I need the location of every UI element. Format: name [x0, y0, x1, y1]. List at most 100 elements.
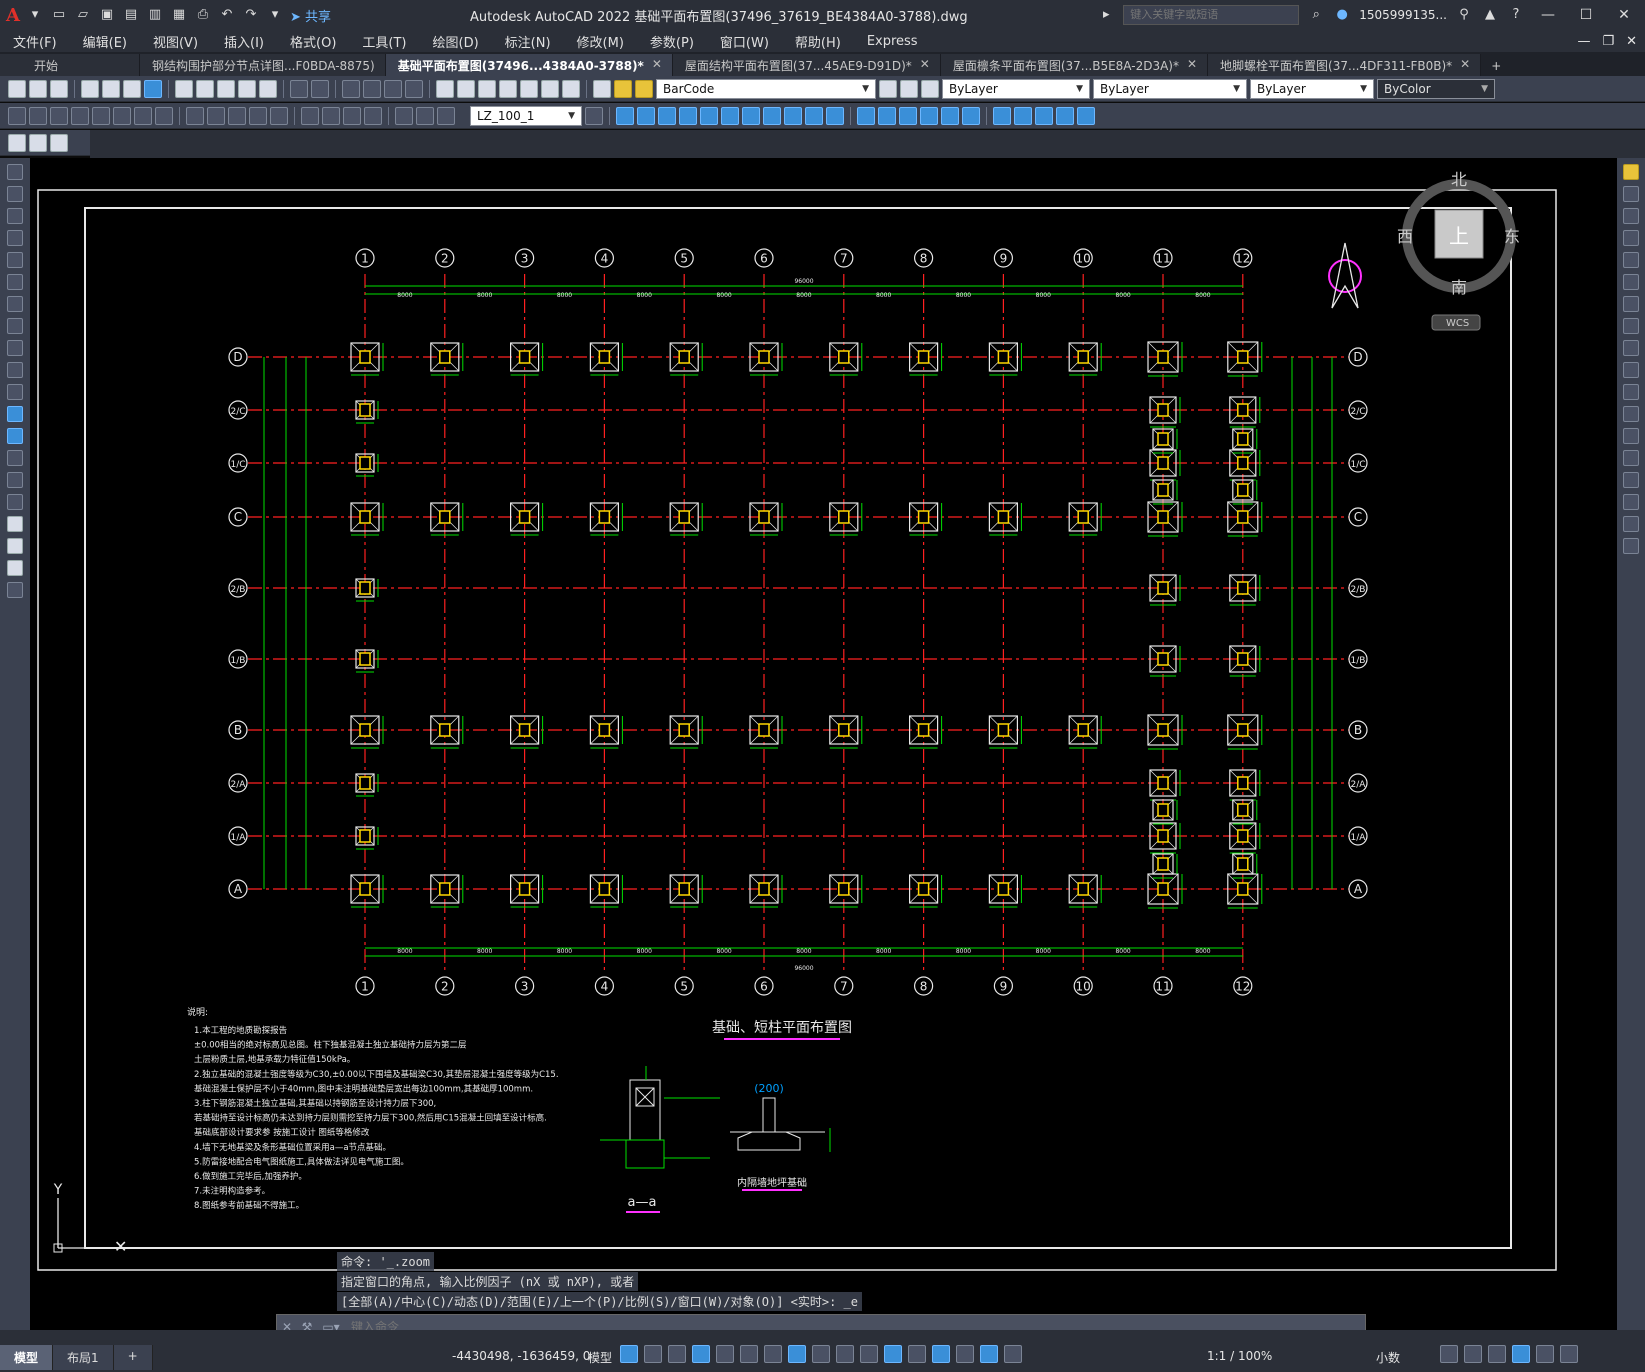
copy-object-icon[interactable] — [1623, 186, 1639, 202]
user-icon[interactable]: ● — [1333, 7, 1351, 23]
file-tab[interactable]: 屋面檩条平面布置图(37...B5E8A-2D3A)* ✕ — [940, 54, 1209, 76]
color-dropdown[interactable]: ByLayer ▼ — [942, 78, 1090, 99]
open-icon[interactable] — [29, 79, 47, 98]
new-file-icon[interactable]: ▭ — [50, 7, 68, 23]
modify-offset-icon[interactable] — [679, 106, 697, 125]
hardware-acceleration-icon[interactable] — [1512, 1345, 1530, 1363]
circle-icon[interactable] — [7, 296, 23, 312]
menu-item[interactable]: 窗口(W) — [707, 32, 782, 51]
expand-search-icon[interactable]: ▸ — [1097, 7, 1115, 23]
move-icon[interactable] — [1623, 274, 1639, 290]
field-icon[interactable] — [29, 133, 47, 152]
tool-palettes-icon[interactable] — [478, 79, 496, 98]
array-icon[interactable] — [1623, 252, 1639, 268]
doc-close-button[interactable]: ✕ — [1626, 34, 1637, 49]
menu-item[interactable]: 工具(T) — [349, 32, 419, 51]
baseline-dim-icon[interactable] — [207, 106, 225, 125]
auto-scale-icon[interactable] — [1004, 1345, 1022, 1363]
modify-rotate-icon[interactable] — [742, 106, 760, 125]
search-icon[interactable]: ⌕ — [1307, 7, 1325, 23]
plotstyle-dropdown[interactable]: ByColor ▼ — [1377, 78, 1495, 99]
object-snap-tracking-icon[interactable] — [764, 1345, 782, 1363]
doc-minimize-button[interactable]: — — [1577, 34, 1590, 49]
menu-item[interactable]: 插入(I) — [211, 32, 277, 51]
tab-close-icon[interactable]: ✕ — [652, 57, 662, 76]
design-center-icon[interactable] — [457, 79, 475, 98]
layout-tab[interactable]: 模型 — [0, 1345, 54, 1370]
layer-freeze-icon[interactable] — [635, 79, 653, 98]
new-tab-button[interactable]: + — [1481, 56, 1511, 76]
fillet-icon[interactable] — [1623, 494, 1639, 510]
table-draw-icon[interactable] — [7, 538, 23, 554]
file-tab[interactable]: 钢结构围护部分节点详图...F0BDA-8875) — [140, 54, 386, 76]
center-mark-icon[interactable] — [322, 106, 340, 125]
tolerance-icon[interactable] — [301, 106, 319, 125]
dim-edit-icon[interactable] — [395, 106, 413, 125]
ellipse-arc-icon[interactable] — [7, 384, 23, 400]
add-selected-icon[interactable] — [7, 582, 23, 598]
drawing-svg[interactable]: 96000 96000 8000 8000 8000 8000 8000 8000 8000 80… — [30, 158, 1617, 1330]
modify-fillet-icon[interactable] — [920, 106, 938, 125]
maximize-button[interactable]: ☐ — [1571, 7, 1601, 23]
doc-restore-button[interactable]: ❐ — [1602, 34, 1614, 49]
tab-close-icon[interactable]: ✕ — [1460, 57, 1470, 76]
point-icon[interactable] — [7, 450, 23, 466]
layer-dropdown[interactable]: BarCode ▼ — [656, 78, 876, 99]
break-point-icon[interactable] — [1623, 406, 1639, 422]
gizmo-icon[interactable] — [956, 1345, 974, 1363]
dim-break-icon[interactable] — [270, 106, 288, 125]
dimstyle-dropdown[interactable]: LZ_100_1 ▼ — [470, 105, 582, 126]
help-icon[interactable]: ? — [1507, 7, 1525, 23]
qat-dropdown-icon[interactable]: ▾ — [266, 7, 284, 23]
dynamic-ucs-icon[interactable] — [908, 1345, 926, 1363]
save-icon[interactable]: ▣ — [98, 7, 116, 23]
mirror-icon[interactable] — [1623, 208, 1639, 224]
save-as-icon[interactable]: ▤ — [122, 7, 140, 23]
modify-stretch-icon[interactable] — [784, 106, 802, 125]
lineweight-icon[interactable] — [812, 1345, 830, 1363]
properties-icon[interactable] — [436, 79, 454, 98]
angular-dim-icon[interactable] — [155, 106, 173, 125]
diameter-dim-icon[interactable] — [134, 106, 152, 125]
share-file-icon[interactable]: ▦ — [170, 7, 188, 23]
clean-screen-icon[interactable] — [1536, 1345, 1554, 1363]
hatch-icon[interactable] — [7, 472, 23, 488]
undo-icon[interactable]: ↶ — [218, 7, 236, 23]
search-input[interactable] — [1123, 5, 1300, 25]
modify-break-icon[interactable] — [857, 106, 875, 125]
erase-icon[interactable] — [1623, 164, 1639, 180]
plot-preview-icon[interactable] — [102, 79, 120, 98]
3dprint-icon[interactable] — [144, 79, 162, 98]
menu-item[interactable]: 绘图(D) — [420, 32, 492, 51]
make-current-icon[interactable] — [879, 79, 897, 98]
modify-blend-icon[interactable] — [941, 106, 959, 125]
copy-icon[interactable] — [196, 79, 214, 98]
insert-block-icon[interactable] — [7, 406, 23, 422]
linear-dim-icon[interactable] — [8, 106, 26, 125]
zoom-realtime-icon[interactable] — [363, 79, 381, 98]
viewcube[interactable]: 上 北 南 东 西 WCS — [1397, 170, 1520, 331]
tab-close-icon[interactable]: ✕ — [920, 57, 930, 76]
lock-ui-icon[interactable] — [1464, 1345, 1482, 1363]
offset-icon[interactable] — [1623, 230, 1639, 246]
cut-icon[interactable] — [175, 79, 193, 98]
selection-cycling-icon[interactable] — [860, 1345, 878, 1363]
make-block-icon[interactable] — [7, 428, 23, 444]
annotation-visibility-icon[interactable] — [980, 1345, 998, 1363]
autodesk-account-icon[interactable]: ▲ — [1481, 7, 1499, 23]
modify-move-icon[interactable] — [721, 106, 739, 125]
publish-icon[interactable] — [123, 79, 141, 98]
send-back-icon[interactable] — [1035, 106, 1053, 125]
linetype-dropdown[interactable]: ByLayer ▼ — [1093, 78, 1247, 99]
extend-icon[interactable] — [1623, 384, 1639, 400]
attribute-icon[interactable] — [50, 133, 68, 152]
new-icon[interactable] — [8, 79, 26, 98]
file-tab[interactable]: 开始 — [0, 54, 140, 76]
ellipse-icon[interactable] — [7, 362, 23, 378]
polygon-icon[interactable] — [7, 230, 23, 246]
arc-length-icon[interactable] — [50, 106, 68, 125]
revcloud-icon[interactable] — [7, 318, 23, 334]
layer-state-icon[interactable] — [921, 79, 939, 98]
tab-close-icon[interactable]: ✕ — [1187, 57, 1197, 76]
bring-front-icon[interactable] — [1014, 106, 1032, 125]
